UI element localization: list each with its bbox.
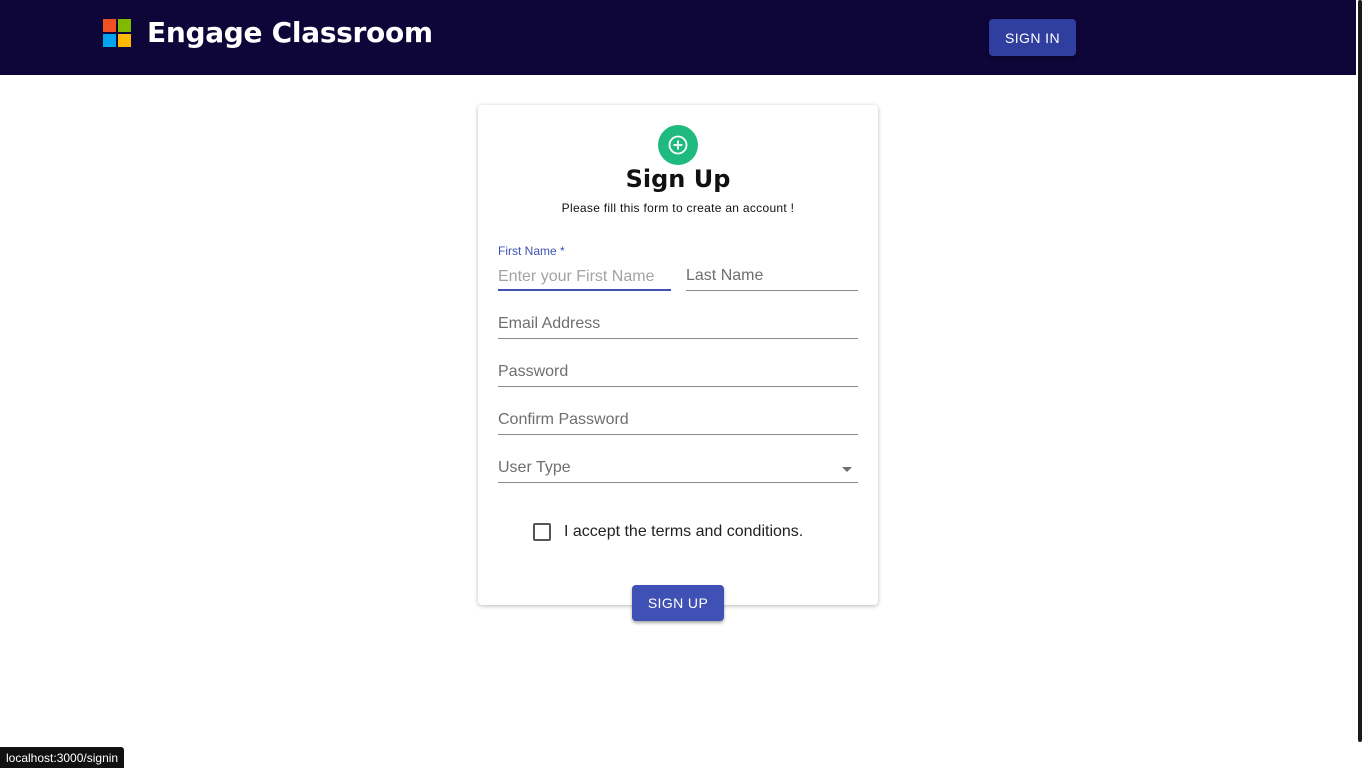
sign-up-button[interactable]: SIGN UP: [632, 585, 724, 621]
signup-card: Sign Up Please fill this form to create …: [478, 105, 878, 621]
email-field[interactable]: Email Address: [498, 315, 858, 339]
app-bar: Engage Classroom SIGN IN: [0, 0, 1356, 75]
user-type-select[interactable]: User Type: [498, 459, 858, 483]
first-name-input[interactable]: [498, 268, 671, 286]
first-name-field[interactable]: First Name *: [498, 244, 671, 291]
user-type-label: User Type: [498, 459, 571, 476]
brand[interactable]: Engage Classroom: [103, 16, 433, 49]
app-title: Engage Classroom: [147, 16, 433, 49]
status-bar-url: localhost:3000/signin: [0, 747, 125, 768]
last-name-label: Last Name: [686, 267, 764, 284]
last-name-field[interactable]: Last Name: [686, 267, 858, 291]
terms-row[interactable]: I accept the terms and conditions.: [533, 523, 803, 541]
password-label: Password: [498, 363, 569, 380]
form-title: Sign Up: [625, 165, 731, 193]
email-label: Email Address: [498, 315, 601, 332]
confirm-password-label: Confirm Password: [498, 411, 629, 428]
add-circle-avatar: [658, 125, 698, 165]
sign-in-button[interactable]: SIGN IN: [989, 19, 1076, 56]
form-subtitle: Please fill this form to create an accou…: [561, 201, 795, 215]
microsoft-logo-icon: [103, 18, 131, 47]
confirm-password-field[interactable]: Confirm Password: [498, 411, 858, 435]
terms-checkbox[interactable]: [533, 523, 551, 541]
first-name-label: First Name *: [498, 244, 565, 258]
password-field[interactable]: Password: [498, 363, 858, 387]
logo-square-blue: [103, 33, 116, 47]
logo-square-yellow: [118, 33, 131, 47]
add-circle-icon: [668, 135, 688, 155]
logo-square-green: [118, 18, 131, 32]
dropdown-arrow-icon[interactable]: [842, 467, 852, 472]
terms-label[interactable]: I accept the terms and conditions.: [564, 523, 803, 541]
logo-square-red: [103, 18, 116, 32]
scrollbar-thumb[interactable]: [1358, 0, 1362, 742]
